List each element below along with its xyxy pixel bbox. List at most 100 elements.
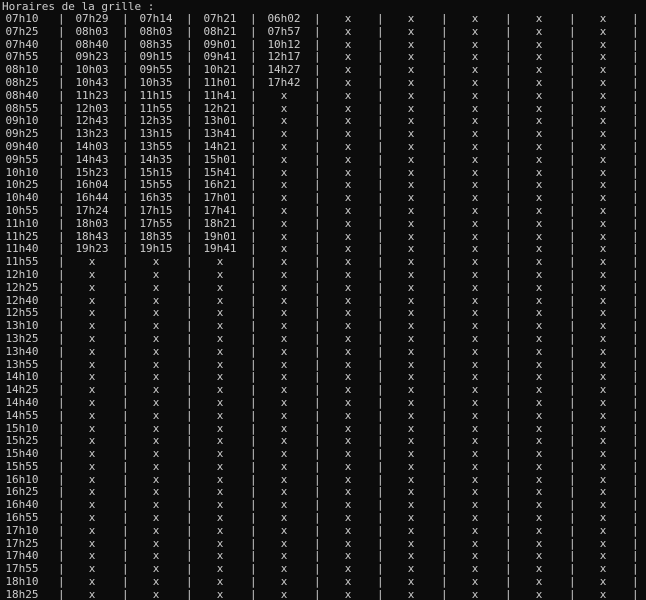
grid-time-cell: 17h24: [75, 203, 109, 217]
grid-start-time: 13h10: [5, 319, 39, 333]
grid-time-cell: x: [599, 12, 607, 25]
grid-time-cell: x: [599, 383, 607, 397]
column-separator: |: [186, 511, 193, 525]
schedule-row: 13h55 x x x x x x x x x | | | | | | | | | |: [0, 358, 646, 372]
grid-time-cell: x: [344, 344, 352, 358]
column-separator: |: [250, 319, 257, 333]
column-separator: |: [186, 88, 193, 102]
column-separator: |: [632, 331, 639, 345]
column-separator: |: [505, 459, 512, 473]
grid-start-time: 13h40: [5, 344, 39, 358]
grid-time-cell: x: [216, 331, 224, 345]
grid-start-time: 07h25: [5, 24, 39, 38]
column-separator: |: [250, 587, 257, 600]
column-separator: |: [250, 24, 257, 38]
column-separator: |: [250, 152, 257, 166]
column-separator: |: [186, 575, 193, 589]
grid-time-cell: x: [344, 383, 352, 397]
grid-time-cell: x: [88, 447, 96, 461]
column-separator: |: [186, 75, 193, 89]
column-separator: |: [441, 88, 448, 102]
grid-time-cell: x: [599, 587, 607, 600]
column-separator: |: [122, 587, 129, 600]
column-separator: |: [377, 459, 384, 473]
column-separator: |: [441, 12, 448, 25]
column-separator: |: [569, 267, 576, 281]
column-separator: |: [250, 88, 257, 102]
column-separator: |: [632, 24, 639, 38]
grid-time-cell: x: [216, 319, 224, 333]
grid-time-cell: x: [599, 575, 607, 589]
column-separator: |: [122, 203, 129, 217]
grid-time-cell: 18h03: [75, 216, 109, 230]
column-separator: |: [569, 203, 576, 217]
column-separator: |: [186, 587, 193, 600]
grid-time-cell: x: [471, 88, 479, 102]
column-separator: |: [441, 75, 448, 89]
grid-time-cell: x: [344, 511, 352, 525]
grid-time-cell: x: [407, 511, 415, 525]
column-separator: |: [314, 459, 321, 473]
grid-start-time: 16h55: [5, 511, 39, 525]
column-separator: |: [632, 139, 639, 153]
schedule-row: 18h10 x x x x x x x x x | | | | | | | | | |: [0, 575, 646, 589]
column-separator: |: [569, 587, 576, 600]
column-separator: |: [314, 139, 321, 153]
grid-time-cell: x: [599, 319, 607, 333]
grid-time-cell: x: [344, 88, 352, 102]
column-separator: |: [569, 152, 576, 166]
grid-time-cell: x: [535, 139, 543, 153]
column-separator: |: [122, 331, 129, 345]
schedule-row: 16h10 x x x x x x x x x | | | | | | | | | |: [0, 473, 646, 487]
column-separator: |: [186, 216, 193, 230]
grid-time-cell: x: [344, 575, 352, 589]
grid-time-cell: x: [471, 12, 479, 25]
grid-time-cell: x: [88, 280, 96, 294]
grid-time-cell: x: [535, 459, 543, 473]
column-separator: |: [58, 216, 65, 230]
grid-time-cell: x: [535, 216, 543, 230]
grid-time-cell: x: [407, 575, 415, 589]
column-separator: |: [58, 139, 65, 153]
column-separator: |: [58, 344, 65, 358]
column-separator: |: [377, 587, 384, 600]
column-separator: |: [569, 408, 576, 422]
schedule-row: 12h40 x x x x x x x x x | | | | | | | | | |: [0, 294, 646, 308]
column-separator: |: [632, 12, 639, 25]
schedule-row: 15h25 x x x x x x x x x | | | | | | | | | |: [0, 434, 646, 448]
grid-time-cell: x: [152, 280, 160, 294]
column-separator: |: [377, 280, 384, 294]
column-separator: |: [632, 511, 639, 525]
column-separator: |: [186, 383, 193, 397]
grid-time-cell: x: [280, 587, 288, 600]
column-separator: |: [441, 139, 448, 153]
grid-time-cell: x: [280, 395, 288, 409]
column-separator: |: [58, 12, 65, 25]
column-separator: |: [632, 88, 639, 102]
column-separator: |: [250, 75, 257, 89]
grid-start-time: 09h55: [5, 152, 39, 166]
column-separator: |: [441, 459, 448, 473]
column-separator: |: [58, 203, 65, 217]
grid-time-cell: x: [535, 88, 543, 102]
grid-time-cell: 11h15: [139, 88, 173, 102]
column-separator: |: [314, 331, 321, 345]
grid-start-time: 13h25: [5, 331, 39, 345]
grid-time-cell: 08h21: [203, 24, 237, 38]
grid-time-cell: x: [344, 24, 352, 38]
grid-time-cell: x: [599, 395, 607, 409]
column-separator: |: [122, 395, 129, 409]
grid-time-cell: x: [407, 587, 415, 600]
column-separator: |: [377, 88, 384, 102]
grid-time-cell: x: [471, 267, 479, 281]
grid-time-cell: x: [471, 408, 479, 422]
grid-time-cell: x: [216, 575, 224, 589]
grid-time-cell: x: [407, 344, 415, 358]
grid-time-cell: x: [280, 88, 288, 102]
column-separator: |: [314, 511, 321, 525]
column-separator: |: [58, 267, 65, 281]
grid-time-cell: 17h15: [139, 203, 173, 217]
grid-time-cell: x: [407, 331, 415, 345]
schedule-row: 09h55 14h43 14h35 15h01 x x x x x x | | | | | | | | | |: [0, 152, 646, 167]
grid-time-cell: x: [599, 331, 607, 345]
